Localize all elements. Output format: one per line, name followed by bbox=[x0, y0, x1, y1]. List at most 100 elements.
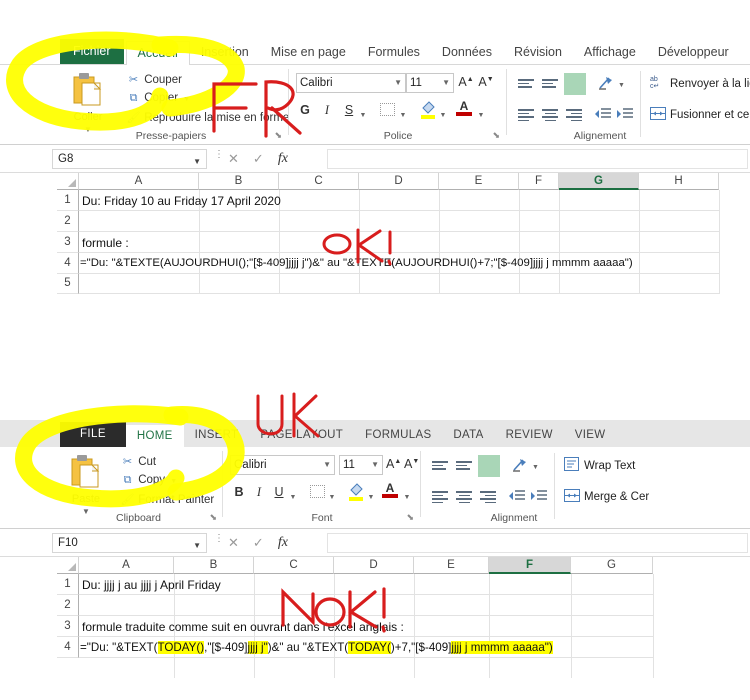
decrease-indent-icon[interactable] bbox=[594, 107, 612, 126]
format-painter-button[interactable]: 🖌 Reproduire la mise en forme bbox=[126, 111, 290, 124]
expand-handle[interactable]: ⋮ bbox=[214, 150, 224, 160]
tab-formulas[interactable]: FORMULAS bbox=[354, 424, 442, 448]
row-header-1[interactable]: 1 bbox=[57, 574, 79, 595]
clipboard-dialog-launcher-icon[interactable]: ⬊ bbox=[209, 512, 217, 523]
col-header-c[interactable]: C bbox=[254, 557, 334, 574]
table-row[interactable] bbox=[79, 232, 720, 253]
font-color-dropdown-icon[interactable]: ▼ bbox=[402, 488, 412, 502]
italic-button[interactable]: I bbox=[252, 485, 266, 500]
font-dialog-launcher-icon[interactable]: ⬊ bbox=[406, 512, 414, 523]
align-right-icon[interactable] bbox=[566, 107, 582, 123]
col-header-c[interactable]: C bbox=[279, 173, 359, 190]
chevron-down-icon[interactable]: ▼ bbox=[193, 538, 201, 553]
align-top-icon[interactable] bbox=[432, 459, 448, 472]
tab-page-layout[interactable]: PAGE LAYOUT bbox=[249, 424, 354, 448]
col-header-b[interactable]: B bbox=[199, 173, 279, 190]
font-name-input[interactable]: Calibri ▼ bbox=[230, 455, 335, 475]
wrap-text-icon[interactable] bbox=[564, 457, 580, 477]
borders-icon[interactable] bbox=[380, 103, 395, 116]
font-size-input[interactable]: 11 ▼ bbox=[406, 73, 454, 93]
align-left-icon[interactable] bbox=[432, 489, 448, 505]
row-header-4[interactable]: 4 bbox=[57, 637, 79, 658]
orientation-icon[interactable] bbox=[512, 457, 530, 478]
increase-font-size-icon[interactable]: A▲ bbox=[458, 75, 474, 89]
tab-mise-en-page[interactable]: Mise en page bbox=[260, 41, 357, 65]
name-box-fr[interactable]: G8 ▼ bbox=[52, 149, 207, 169]
borders-icon[interactable] bbox=[310, 485, 325, 498]
row-header-1[interactable]: 1 bbox=[57, 190, 79, 211]
cancel-formula-icon[interactable]: ✕ bbox=[228, 151, 239, 167]
col-header-a[interactable]: A bbox=[79, 557, 174, 574]
copy-dropdown-icon[interactable]: ▼ bbox=[168, 478, 177, 485]
col-header-e[interactable]: E bbox=[414, 557, 489, 574]
col-header-a[interactable]: A bbox=[79, 173, 199, 190]
fill-color-dropdown-icon[interactable]: ▼ bbox=[438, 106, 448, 120]
accept-formula-icon[interactable]: ✓ bbox=[253, 535, 264, 551]
col-header-d[interactable]: D bbox=[334, 557, 414, 574]
row-header-3[interactable]: 3 bbox=[57, 616, 79, 637]
tab-data[interactable]: DATA bbox=[442, 424, 494, 448]
tab-affichage[interactable]: Affichage bbox=[573, 41, 647, 65]
copy-button[interactable]: ⧉ Copy ▼ bbox=[120, 474, 178, 487]
fill-color-dropdown-icon[interactable]: ▼ bbox=[366, 488, 376, 502]
table-row[interactable] bbox=[79, 211, 720, 232]
font-color-dropdown-icon[interactable]: ▼ bbox=[476, 106, 486, 120]
fill-color-icon[interactable] bbox=[420, 101, 436, 124]
cell-a4-fr[interactable]: ="Du: "&TEXTE(AUJOURDHUI();"[$-409]jjjj … bbox=[80, 257, 633, 269]
col-header-f[interactable]: F bbox=[519, 173, 559, 190]
cell-a1-uk[interactable]: Du: jjjj j au jjjj j April Friday bbox=[82, 578, 221, 592]
tab-insertion[interactable]: Insertion bbox=[190, 41, 260, 65]
increase-indent-icon[interactable] bbox=[616, 107, 634, 126]
row-header-5[interactable]: 5 bbox=[57, 274, 79, 294]
align-center-icon[interactable] bbox=[542, 107, 558, 123]
paste-icon[interactable] bbox=[70, 71, 104, 111]
col-header-e[interactable]: E bbox=[439, 173, 519, 190]
bold-button[interactable]: B bbox=[232, 485, 246, 499]
row-header-2[interactable]: 2 bbox=[57, 211, 79, 232]
align-middle-icon[interactable] bbox=[456, 459, 472, 472]
insert-function-icon[interactable]: fx bbox=[278, 151, 288, 167]
formula-input-uk[interactable] bbox=[327, 533, 748, 553]
tab-review[interactable]: REVIEW bbox=[495, 424, 564, 448]
row-header-2[interactable]: 2 bbox=[57, 595, 79, 616]
row-header-4[interactable]: 4 bbox=[57, 253, 79, 274]
font-color-icon[interactable]: A bbox=[382, 482, 398, 498]
table-row[interactable] bbox=[79, 595, 653, 616]
col-header-b[interactable]: B bbox=[174, 557, 254, 574]
col-header-g[interactable]: G bbox=[559, 173, 639, 190]
col-header-h[interactable]: H bbox=[639, 173, 719, 190]
font-name-input[interactable]: Calibri ▼ bbox=[296, 73, 406, 93]
italic-button[interactable]: I bbox=[320, 103, 334, 118]
tab-home[interactable]: HOME bbox=[125, 424, 184, 448]
tab-revision[interactable]: Révision bbox=[503, 41, 573, 65]
tab-donnees[interactable]: Données bbox=[431, 41, 503, 65]
col-header-f[interactable]: F bbox=[489, 557, 571, 574]
copy-dropdown-icon[interactable]: ▼ bbox=[181, 96, 190, 103]
tab-view[interactable]: VIEW bbox=[564, 424, 617, 448]
underline-button[interactable]: S bbox=[342, 103, 356, 117]
cell-a4-uk[interactable]: ="Du: "&TEXT(TODAY(),"[$-409]jjjj j")&" … bbox=[80, 641, 553, 654]
tab-formules[interactable]: Formules bbox=[357, 41, 431, 65]
paste-icon[interactable] bbox=[68, 453, 102, 493]
font-dialog-launcher-icon[interactable]: ⬊ bbox=[492, 130, 500, 141]
orientation-icon[interactable] bbox=[598, 75, 616, 96]
cut-button[interactable]: ✂ Couper bbox=[126, 73, 182, 86]
align-middle-icon[interactable] bbox=[542, 77, 558, 90]
clipboard-dialog-launcher-icon[interactable]: ⬊ bbox=[274, 130, 282, 141]
chevron-down-icon[interactable]: ▼ bbox=[442, 76, 450, 90]
orientation-dropdown-icon[interactable]: ▼ bbox=[532, 464, 539, 471]
chevron-down-icon[interactable]: ▼ bbox=[323, 458, 331, 472]
borders-dropdown-icon[interactable]: ▼ bbox=[327, 488, 337, 502]
merge-cells-icon[interactable] bbox=[650, 107, 666, 125]
col-header-d[interactable]: D bbox=[359, 173, 439, 190]
cell-a1-fr[interactable]: Du: Friday 10 au Friday 17 April 2020 bbox=[82, 194, 281, 208]
table-row[interactable] bbox=[79, 274, 720, 294]
fill-color-icon[interactable] bbox=[348, 483, 364, 506]
select-all-corner-fr[interactable] bbox=[57, 173, 79, 190]
cancel-formula-icon[interactable]: ✕ bbox=[228, 535, 239, 551]
underline-dropdown-icon[interactable]: ▼ bbox=[358, 106, 368, 120]
decrease-font-size-icon[interactable]: A▼ bbox=[478, 75, 494, 89]
increase-font-size-icon[interactable]: A▲ bbox=[386, 457, 401, 471]
accept-formula-icon[interactable]: ✓ bbox=[253, 151, 264, 167]
tab-file[interactable]: FILE bbox=[60, 421, 126, 447]
